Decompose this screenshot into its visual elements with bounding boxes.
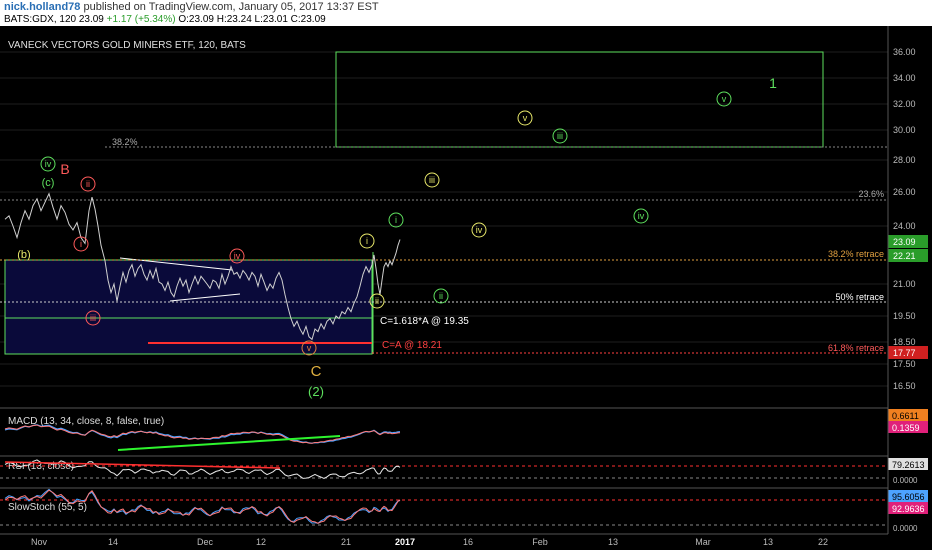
rsi-value: 79.2613 (892, 460, 925, 470)
price-tick-label: 16.50 (893, 381, 916, 391)
wave-label-v-red: v (307, 343, 312, 353)
chart-title: VANECK VECTORS GOLD MINERS ETF, 120, BAT… (8, 40, 246, 51)
time-tick-label: Feb (532, 537, 548, 547)
publish-line: nick.holland78 published on TradingView.… (4, 1, 379, 13)
price-tick-label: 34.00 (893, 73, 916, 83)
wave-label-iii-yellow: iii (429, 175, 435, 185)
time-tick-label: Nov (31, 537, 48, 547)
stoch-zero-tick: 0.0000 (893, 524, 918, 533)
ohlc-values: O:23.09 H:23.24 L:23.01 C:23.09 (178, 14, 326, 25)
price-tick-label: 18.50 (893, 337, 916, 347)
wave-label-v-yellow: v (523, 113, 528, 123)
time-tick-label: 2017 (395, 537, 415, 547)
price-tick-label: 24.00 (893, 221, 916, 231)
macd-value2: 0.1359 (892, 423, 920, 433)
c-1618-label: C=1.618*A @ 19.35 (380, 316, 469, 327)
publish-text: published on TradingView.com, January 05… (80, 1, 379, 13)
wave-label-b-paren: (b) (17, 249, 30, 261)
time-tick-label: 14 (108, 537, 118, 547)
chart-canvas[interactable]: VANECK VECTORS GOLD MINERS ETF, 120, BAT… (0, 26, 932, 550)
fib-label: 38.2% (112, 137, 138, 147)
wave-label-iii-red: iii (90, 313, 96, 323)
price-change: +1.17 (+5.34%) (103, 14, 179, 25)
time-tick-label: Mar (695, 537, 711, 547)
wave-label-2-paren: (2) (308, 384, 324, 399)
wave-label-b: B (60, 161, 69, 177)
wave-label-i-yellow: i (366, 236, 368, 246)
fib-label: 23.6% (858, 189, 884, 199)
range-box (4, 259, 373, 355)
price-tick-label: 32.00 (893, 99, 916, 109)
wave-label-1: 1 (769, 75, 777, 91)
wave-label-ii-green: ii (439, 291, 443, 301)
wave-label-iv-yellow: iv (476, 225, 483, 235)
stoch-label: SlowStoch (55, 5) (8, 502, 87, 513)
symbol-line: BATS:GDX, 120 23.09 +1.17 (+5.34%) O:23.… (4, 14, 326, 25)
price-tick-label: 17.50 (893, 359, 916, 369)
macd-label: MACD (13, 34, close, 8, false, true) (8, 416, 164, 427)
fib-label: 61.8% retrace (828, 343, 884, 353)
time-tick-label: 22 (818, 537, 828, 547)
rsi-zero-tick: 0.0000 (893, 476, 918, 485)
wave-label-ii-yellow: ii (375, 296, 379, 306)
price-tick-label: 28.00 (893, 155, 916, 165)
price-tick-label: 30.00 (893, 125, 916, 135)
wave-label-i-red: i (80, 239, 82, 249)
price-tick-label: 21.00 (893, 279, 916, 289)
last-price: 23.09 (78, 14, 104, 25)
time-tick-label: 12 (256, 537, 266, 547)
price-tick-label: 26.00 (893, 187, 916, 197)
author-link[interactable]: nick.holland78 (4, 1, 80, 13)
wave-label-v-green: v (722, 94, 727, 104)
wave-label-iv-red: iv (234, 251, 241, 261)
stoch-value1: 95.6056 (892, 492, 925, 502)
time-tick-label: 16 (463, 537, 473, 547)
wave-label-c: C (311, 363, 322, 380)
c-equals-a-label: C=A @ 18.21 (382, 340, 442, 351)
time-tick-label: 21 (341, 537, 351, 547)
wave-label-iv-green2: iv (638, 211, 645, 221)
wave-label-iii-green: iii (557, 131, 563, 141)
chart-header: nick.holland78 published on TradingView.… (0, 0, 932, 26)
time-tick-label: 13 (763, 537, 773, 547)
price-tick-label: 22.21 (893, 251, 916, 261)
wave-label-c-paren: (c) (42, 177, 55, 189)
wave-label-i-green: i (395, 215, 397, 225)
stoch-value2: 92.9636 (892, 504, 925, 514)
price-tick-label: 23.09 (893, 237, 916, 247)
wave-label-iv-green: iv (45, 159, 52, 169)
time-tick-label: 13 (608, 537, 618, 547)
price-tick-label: 36.00 (893, 47, 916, 57)
fib-label: 38.2% retrace (828, 249, 884, 259)
macd-value1: 0.6611 (892, 411, 919, 421)
price-tick-label: 19.50 (893, 311, 916, 321)
price-tick-label: 17.77 (893, 348, 916, 358)
time-tick-label: Dec (197, 537, 214, 547)
fib-label: 50% retrace (835, 292, 884, 302)
wave-label-ii-red: ii (86, 179, 90, 189)
symbol-label: BATS:GDX, 120 (4, 14, 79, 25)
